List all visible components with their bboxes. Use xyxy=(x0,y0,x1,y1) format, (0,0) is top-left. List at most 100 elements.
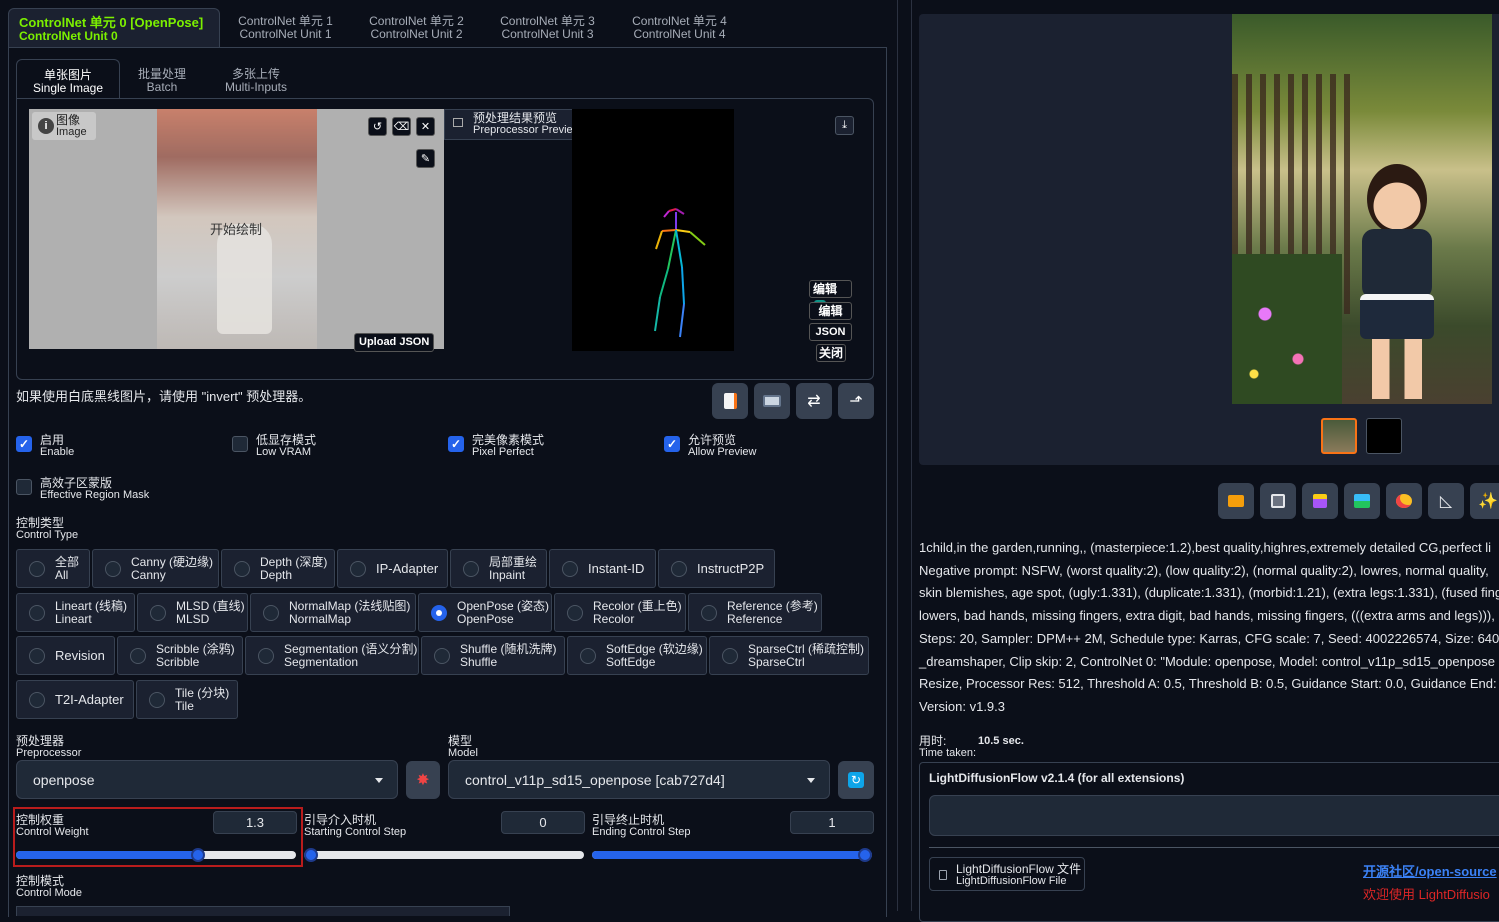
send-to-img2img-button[interactable] xyxy=(1344,483,1380,519)
checkbox-label: 启用 xyxy=(40,433,65,447)
label-zh: 控制类型 xyxy=(16,516,65,530)
control-type-normalmap[interactable]: NormalMap (法线贴图) NormalMap xyxy=(250,593,416,632)
model-select[interactable]: control_v11p_sd15_openpose [cab727d4] xyxy=(448,760,830,799)
send-to-inpaint-button[interactable] xyxy=(1386,483,1422,519)
json-button[interactable]: JSON xyxy=(809,323,852,341)
tab-sublabel: ControlNet Unit 1 xyxy=(239,26,332,41)
floppy-icon xyxy=(1271,494,1285,508)
option-label: T2I-Adapter xyxy=(55,691,124,707)
checkbox-sublabel: Pixel Perfect xyxy=(472,445,534,458)
control-type-reference[interactable]: Reference (参考) Reference xyxy=(688,593,822,632)
control-type-all[interactable]: 全部 All xyxy=(16,549,90,588)
control-type-sparsectrl[interactable]: SparseCtrl (稀疏控制) SparseCtrl xyxy=(709,636,869,675)
open-source-link[interactable]: 开源社区/open-source xyxy=(1363,861,1497,880)
option-sublabel: Segmentation xyxy=(284,654,359,669)
tab-multi-inputs[interactable]: 多张上传 Multi-Inputs xyxy=(214,59,298,99)
control-type-mlsd[interactable]: MLSD (直线) MLSD xyxy=(137,593,248,632)
control-type-inpaint[interactable]: 局部重绘 Inpaint xyxy=(450,549,547,588)
lightdiffusionflow-textbox[interactable] xyxy=(929,795,1499,836)
checkbox-sublabel: Allow Preview xyxy=(688,445,757,458)
tab-controlnet-unit-4[interactable]: ControlNet 单元 4 ControlNet Unit 4 xyxy=(622,8,737,48)
enable-checkbox[interactable]: ✓ 启用 Enable xyxy=(16,434,74,458)
slider-thumb[interactable] xyxy=(858,848,872,862)
control-type-tile[interactable]: Tile (分块) Tile xyxy=(136,680,238,719)
starting-step-slider[interactable] xyxy=(304,851,584,859)
flowers xyxy=(1232,254,1342,404)
separator xyxy=(929,847,1499,848)
control-type-ip-adapter[interactable]: IP-Adapter xyxy=(337,549,448,588)
control-type-recolor[interactable]: Recolor (重上色) Recolor xyxy=(554,593,686,632)
close-icon[interactable]: ✕ xyxy=(416,117,435,136)
control-type-lineart[interactable]: Lineart (线稿) Lineart xyxy=(16,593,135,632)
effective-region-mask-checkbox[interactable]: 高效子区蒙版 Effective Region Mask xyxy=(16,477,149,501)
allow-preview-checkbox[interactable]: ✓ 允许预览 Allow Preview xyxy=(664,434,756,458)
tab-single-image[interactable]: 单张图片 Single Image xyxy=(16,59,120,99)
open-folder-button[interactable] xyxy=(1218,483,1254,519)
refresh-models-button[interactable]: ↻ xyxy=(838,761,874,799)
thumbnail-pose[interactable] xyxy=(1366,418,1402,454)
slider-thumb[interactable] xyxy=(191,848,205,862)
lightdiffusionflow-file-button[interactable]: LightDiffusionFlow 文件 LightDiffusionFlow… xyxy=(929,857,1085,891)
pixel-perfect-checkbox[interactable]: ✓ 完美像素模式 Pixel Perfect xyxy=(448,434,544,458)
brush-icon[interactable]: ✎ xyxy=(416,149,435,168)
generation-info-line: Version: v1.9.3 xyxy=(919,699,1005,714)
image-label-zh: 图像 xyxy=(56,113,81,127)
option-sublabel: Tile xyxy=(175,698,194,713)
image-label-en: Image xyxy=(56,125,87,138)
run-preprocessor-button[interactable]: ✸ xyxy=(406,761,440,799)
control-weight-input[interactable]: 1.3 xyxy=(213,811,297,834)
generation-info-line: skin blemishes, age spot, (ugly:1.331), … xyxy=(919,585,1499,600)
output-image[interactable] xyxy=(1232,14,1492,404)
option-label: SparseCtrl (稀疏控制) xyxy=(748,641,865,656)
folder-icon xyxy=(1228,495,1244,507)
option-label: Recolor (重上色) xyxy=(593,598,682,613)
control-type-shuffle[interactable]: Shuffle (随机洗牌) Shuffle xyxy=(421,636,565,675)
control-type-openpose[interactable]: OpenPose (姿态) OpenPose xyxy=(418,593,552,632)
control-type-depth[interactable]: Depth (深度) Depth xyxy=(221,549,335,588)
tab-label: ControlNet 单元 1 xyxy=(238,14,333,28)
control-type-t2i-adapter[interactable]: T2I-Adapter xyxy=(16,680,134,719)
tab-sublabel: Multi-Inputs xyxy=(224,79,288,94)
undo-icon[interactable]: ↺ xyxy=(368,117,387,136)
close-preview-button[interactable]: 关闭 xyxy=(816,344,846,362)
save-button[interactable] xyxy=(1260,483,1296,519)
control-type-revision[interactable]: Revision xyxy=(16,636,115,675)
slider-thumb[interactable] xyxy=(304,848,318,862)
webcam-button[interactable] xyxy=(754,383,790,419)
control-type-segmentation[interactable]: Segmentation (语义分割) Segmentation xyxy=(245,636,419,675)
erase-icon[interactable]: ⌫ xyxy=(392,117,411,136)
tab-controlnet-unit-3[interactable]: ControlNet 单元 3 ControlNet Unit 3 xyxy=(490,8,605,48)
option-sublabel: MLSD xyxy=(176,611,210,626)
control-mode-options[interactable] xyxy=(16,906,510,916)
ending-step-input[interactable]: 1 xyxy=(790,811,874,834)
thumbnail-output[interactable] xyxy=(1321,418,1357,454)
control-type-canny[interactable]: Canny (硬边缘) Canny xyxy=(92,549,219,588)
tab-controlnet-unit-1[interactable]: ControlNet 单元 1 ControlNet Unit 1 xyxy=(228,8,343,48)
starting-step-input[interactable]: 0 xyxy=(501,811,585,834)
control-type-softedge[interactable]: SoftEdge (软边缘) SoftEdge xyxy=(567,636,707,675)
label-en: Preprocessor xyxy=(16,746,82,759)
image-canvas[interactable]: 开始绘制 xyxy=(29,109,444,349)
upload-json-button[interactable]: Upload JSON xyxy=(354,333,435,352)
low-vram-checkbox[interactable]: 低显存模式 Low VRAM xyxy=(232,434,316,458)
tab-sublabel: Single Image xyxy=(32,80,104,95)
edit-button-2[interactable]: 编辑 xyxy=(809,302,852,320)
zip-button[interactable] xyxy=(1302,483,1338,519)
new-canvas-button[interactable] xyxy=(712,383,748,419)
tab-controlnet-unit-2[interactable]: ControlNet 单元 2 ControlNet Unit 2 xyxy=(359,8,474,48)
model-label: 模型 Model xyxy=(448,735,478,759)
download-icon[interactable]: ⤓ xyxy=(835,116,854,135)
tab-batch[interactable]: 批量处理 Batch xyxy=(126,59,198,99)
magic-button[interactable]: ✨ xyxy=(1470,483,1499,519)
label-zh: 模型 xyxy=(448,734,473,748)
control-type-instructp2p[interactable]: InstructP2P xyxy=(658,549,775,588)
send-to-extras-button[interactable]: ◺ xyxy=(1428,483,1464,519)
edit-button-1[interactable]: 编辑 xyxy=(809,280,852,312)
control-type-scribble[interactable]: Scribble (涂鸦) Scribble xyxy=(117,636,243,675)
mirror-button[interactable]: ⇄ xyxy=(796,383,832,419)
preprocessor-select[interactable]: openpose xyxy=(16,760,398,799)
option-label: 局部重绘 xyxy=(489,554,538,569)
tab-controlnet-unit-0[interactable]: ControlNet 单元 0 [OpenPose] ControlNet Un… xyxy=(8,8,220,48)
send-dimensions-button[interactable]: ⬏ xyxy=(838,383,874,419)
control-type-instant-id[interactable]: Instant-ID xyxy=(549,549,656,588)
